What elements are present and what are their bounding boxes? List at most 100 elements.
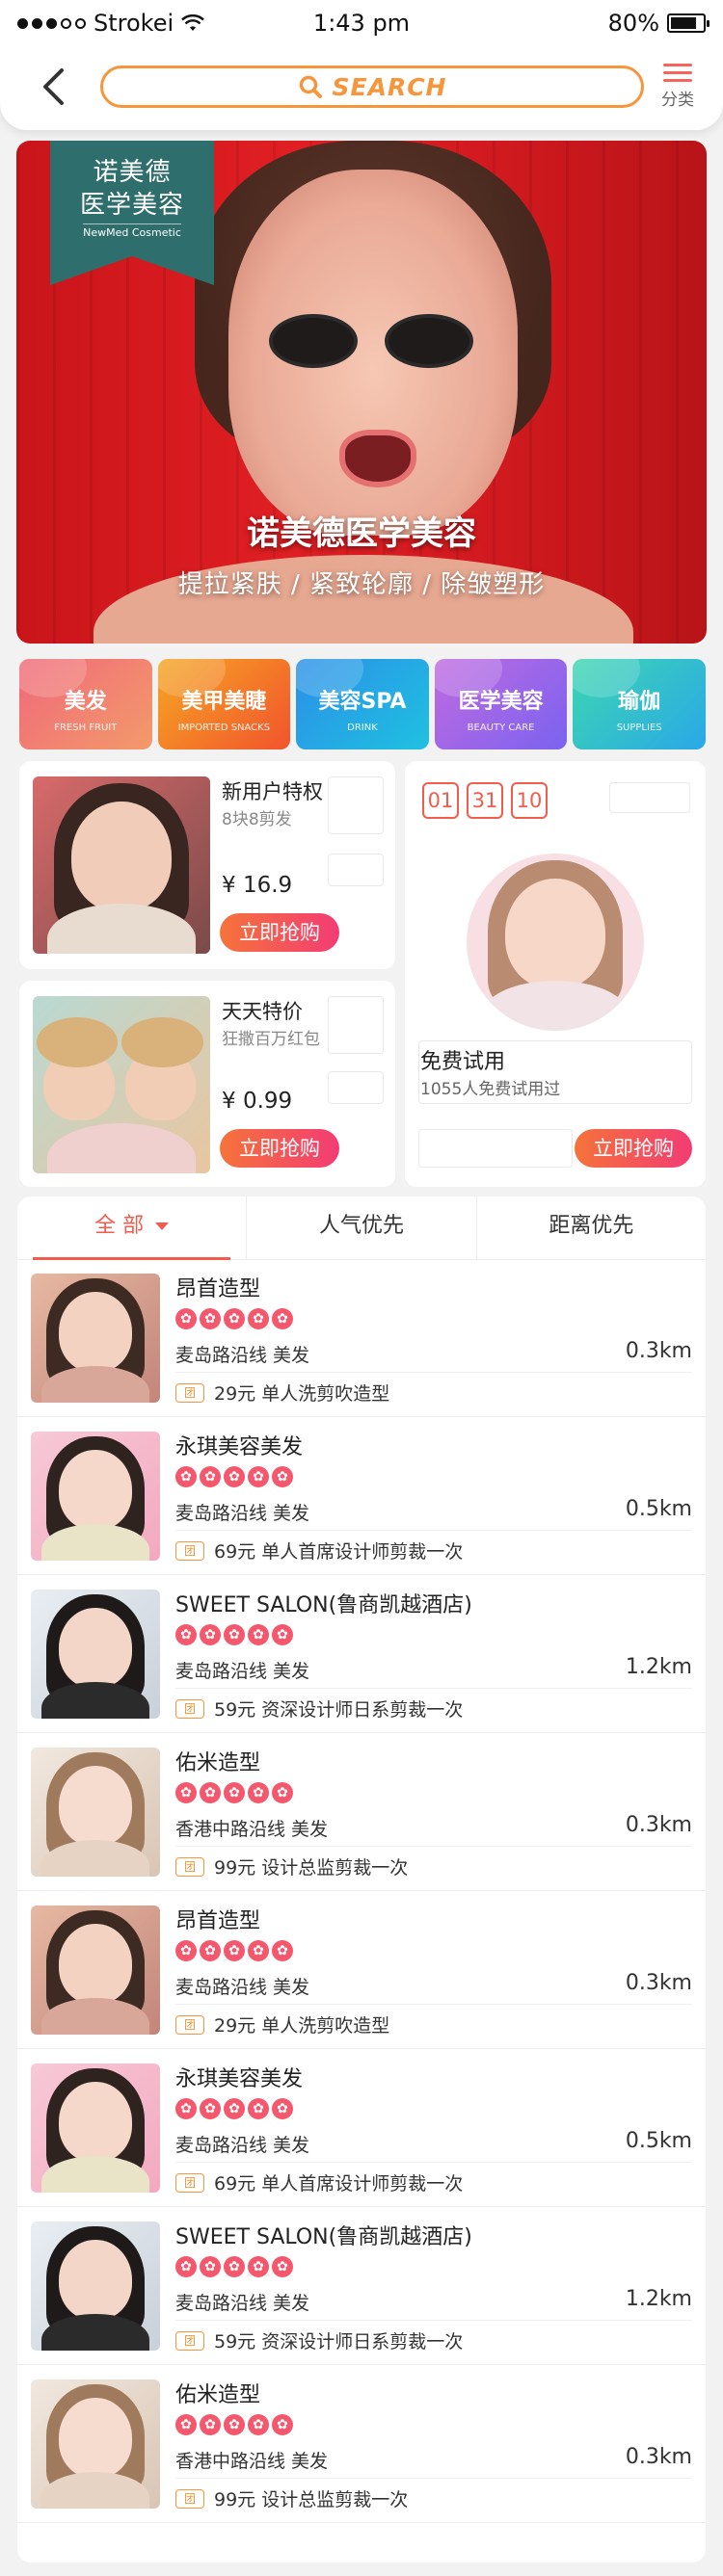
timer-minutes: 31 — [467, 782, 503, 819]
salon-row[interactable]: 昂首造型 ✿ ✿ ✿ ✿ ✿ 麦岛路沿线 美发 0.3km 团 29元 单人洗剪吹造型 — [17, 1892, 706, 2049]
menu-icon — [656, 64, 700, 82]
top-bar: Strokei 1:43 pm 80% SEARCH 分类 — [0, 0, 723, 130]
star-icon: ✿ — [175, 1940, 197, 1961]
star-icon: ✿ — [248, 1940, 269, 1961]
battery-icon — [667, 13, 710, 33]
star-icon: ✿ — [272, 2098, 293, 2119]
salon-row[interactable]: 永琪美容美发 ✿ ✿ ✿ ✿ ✿ 麦岛路沿线 美发 0.5km 团 69元 单人首席设计师剪裁一次 — [17, 2050, 706, 2207]
group-deal-icon: 团 — [175, 1856, 204, 1877]
salon-name: 佑米造型 — [175, 2383, 261, 2407]
promo-price: ¥ 0.99 — [222, 1089, 293, 1114]
star-icon: ✿ — [200, 2098, 221, 2119]
salon-row[interactable]: 永琪美容美发 ✿ ✿ ✿ ✿ ✿ 麦岛路沿线 美发 0.5km 团 69元 单人首席设计师剪裁一次 — [17, 1418, 706, 1575]
salon-row[interactable]: SWEET SALON(鲁商凯越酒店) ✿ ✿ ✿ ✿ ✿ 麦岛路沿线 美发 1.2km 团 59… — [17, 1576, 706, 1733]
star-icon: ✿ — [272, 1466, 293, 1487]
promo-banner[interactable]: 诺美德 医学美容 NewMed Cosmetic 诺美德医学美容 提拉紧肤 / … — [16, 141, 707, 644]
salon-distance: 0.5km — [625, 2129, 692, 2153]
star-icon: ✿ — [200, 2256, 221, 2277]
salon-distance: 0.3km — [625, 2445, 692, 2469]
star-icon: ✿ — [175, 1466, 197, 1487]
buy-now-button[interactable]: 立即抢购 — [220, 913, 339, 952]
star-icon: ✿ — [224, 1308, 245, 1329]
star-icon: ✿ — [200, 1940, 221, 1961]
star-icon: ✿ — [272, 1624, 293, 1645]
salon-distance: 1.2km — [625, 2287, 692, 2311]
category-tile-spa[interactable]: 美容SPA DRINK — [296, 659, 429, 749]
star-icon: ✿ — [175, 1308, 197, 1329]
back-arrow-icon[interactable] — [37, 67, 69, 106]
category-tile-hair[interactable]: 美发 FRESH FRUIT — [19, 659, 152, 749]
salon-deal: 团 69元 单人首席设计师剪裁一次 — [175, 2169, 463, 2195]
star-icon: ✿ — [175, 2098, 197, 2119]
deal-text: 99元 设计总监剪裁一次 — [214, 1857, 409, 1879]
timer-hours: 01 — [422, 782, 459, 819]
promo-price: ¥ 16.9 — [222, 873, 293, 898]
salon-deal: 团 99元 设计总监剪裁一次 — [175, 1853, 408, 1879]
star-icon: ✿ — [248, 1308, 269, 1329]
star-icon: ✿ — [272, 1940, 293, 1961]
salon-name: SWEET SALON(鲁商凯越酒店) — [175, 1593, 472, 1617]
star-icon: ✿ — [224, 1940, 245, 1961]
deal-text: 69元 单人首席设计师剪裁一次 — [214, 2173, 464, 2195]
promo-subtitle: 狂撒百万红包 — [222, 1030, 320, 1049]
promo-title: 新用户特权 — [222, 780, 323, 803]
category-tiles: 美发 FRESH FRUIT 美甲美睫 IMPORTED SNACKS 美容SPA D… — [19, 659, 706, 749]
salon-distance: 0.5km — [625, 1497, 692, 1521]
salon-thumbnail — [31, 2221, 160, 2351]
banner-subtitle: 提拉紧肤 / 紧致轮廓 / 除皱塑形 — [177, 570, 546, 599]
star-icon: ✿ — [248, 1782, 269, 1803]
buy-now-button[interactable]: 立即抢购 — [220, 1129, 339, 1168]
salon-rating: ✿ ✿ ✿ ✿ ✿ — [175, 1466, 293, 1487]
tab-all[interactable]: 全 部 — [17, 1196, 246, 1260]
promo-card-free-trial[interactable]: 01 31 10 免费试用 1055人免费试用过 立即抢购 — [405, 761, 706, 1187]
category-tile-medical[interactable]: 医学美容 BEAUTY CARE — [434, 659, 568, 749]
group-deal-icon: 团 — [175, 2330, 204, 2351]
promo-image-new-user — [33, 776, 210, 954]
category-button[interactable]: 分类 — [656, 64, 700, 110]
star-icon: ✿ — [272, 1308, 293, 1329]
star-icon: ✿ — [248, 1624, 269, 1645]
star-icon: ✿ — [272, 1782, 293, 1803]
deal-text: 29元 单人洗剪吹造型 — [214, 1383, 390, 1405]
star-icon: ✿ — [224, 2256, 245, 2277]
promo-card-daily-deal[interactable]: 天天特价 狂撒百万红包 ¥ 0.99 立即抢购 — [19, 981, 395, 1187]
buy-now-button[interactable]: 立即抢购 — [575, 1129, 692, 1168]
salon-row[interactable]: 昂首造型 ✿ ✿ ✿ ✿ ✿ 麦岛路沿线 美发 0.3km 团 29元 单人洗剪吹造型 — [17, 1260, 706, 1417]
salon-rating: ✿ ✿ ✿ ✿ ✿ — [175, 2414, 293, 2435]
star-icon: ✿ — [224, 1624, 245, 1645]
salon-row[interactable]: 佑米造型 ✿ ✿ ✿ ✿ ✿ 香港中路沿线 美发 0.3km 团 99元 设计总监剪裁一次 — [17, 1734, 706, 1891]
tab-popularity[interactable]: 人气优先 — [246, 1196, 475, 1259]
salon-rating: ✿ ✿ ✿ ✿ ✿ — [175, 1308, 293, 1329]
search-placeholder: SEARCH — [332, 72, 447, 101]
banner-title: 诺美德医学美容 — [247, 514, 476, 553]
category-tile-nails[interactable]: 美甲美睫 IMPORTED SNACKS — [157, 659, 291, 749]
deal-text: 29元 单人洗剪吹造型 — [214, 2015, 390, 2037]
star-icon: ✿ — [175, 1782, 197, 1803]
salon-distance: 0.3km — [625, 1971, 692, 1995]
battery-percent: 80% — [607, 10, 659, 37]
category-tile-yoga[interactable]: 瑜伽 SUPPLIES — [573, 659, 706, 749]
salon-row[interactable]: 佑米造型 ✿ ✿ ✿ ✿ ✿ 香港中路沿线 美发 0.3km 团 99元 设计总监剪裁一次 — [17, 2366, 706, 2523]
salon-thumbnail — [31, 1906, 160, 2035]
promo-image-free-trial — [467, 854, 644, 1031]
battery-area: 80% — [607, 10, 710, 37]
group-deal-icon: 团 — [175, 1540, 204, 1561]
group-deal-icon: 团 — [175, 2488, 204, 2509]
promo-card-new-user[interactable]: 新用户特权 8块8剪发 ¥ 16.9 立即抢购 — [19, 761, 395, 969]
salon-distance: 0.3km — [625, 1813, 692, 1837]
salon-row[interactable]: SWEET SALON(鲁商凯越酒店) ✿ ✿ ✿ ✿ ✿ 麦岛路沿线 美发 1.2km 团 59… — [17, 2208, 706, 2365]
group-deal-icon: 团 — [175, 2172, 204, 2193]
salon-name: 昂首造型 — [175, 1277, 261, 1301]
tab-distance[interactable]: 距离优先 — [475, 1196, 706, 1259]
salon-location: 麦岛路沿线 美发 — [175, 2135, 310, 2156]
sort-tabs: 全 部 人气优先 距离优先 — [17, 1196, 706, 1260]
salon-location: 麦岛路沿线 美发 — [175, 2293, 310, 2314]
salon-location: 麦岛路沿线 美发 — [175, 1345, 310, 1366]
salon-name: 昂首造型 — [175, 1909, 261, 1933]
salon-deal: 团 59元 资深设计师日系剪裁一次 — [175, 2327, 463, 2353]
star-icon: ✿ — [200, 2414, 221, 2435]
salon-thumbnail — [31, 2063, 160, 2193]
salon-location: 香港中路沿线 美发 — [175, 1819, 329, 1840]
search-bar[interactable]: SEARCH — [100, 66, 644, 108]
star-icon: ✿ — [272, 2414, 293, 2435]
